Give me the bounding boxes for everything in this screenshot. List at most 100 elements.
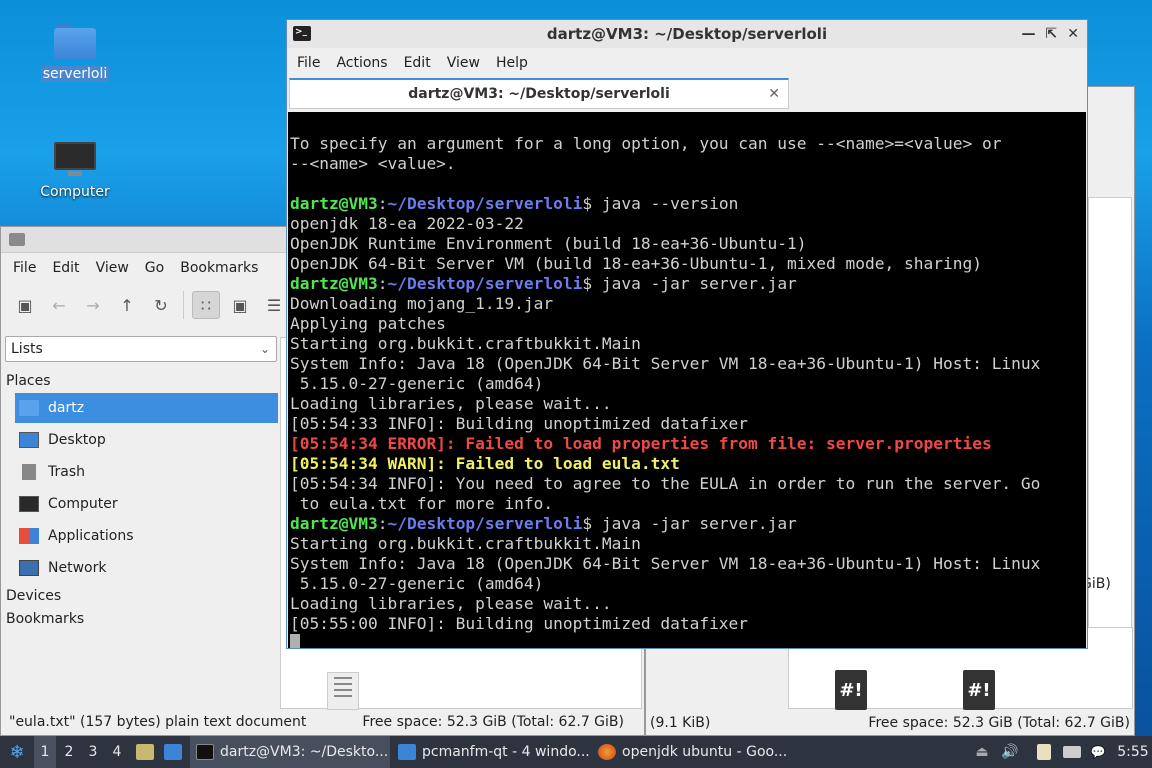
sidebar-item-computer[interactable]: Computer — [15, 489, 278, 519]
prompt-command: java -jar server.jar — [601, 274, 797, 293]
close-icon[interactable]: ✕ — [1067, 20, 1079, 48]
network-status-icon[interactable] — [1062, 736, 1082, 768]
menu-bar: File Actions Edit View Help — [287, 48, 1087, 78]
file-pane[interactable] — [1088, 197, 1132, 697]
terminal-line: [05:54:34 INFO]: You need to agree to th… — [290, 474, 1041, 493]
terminal-line: --<name> <value>. — [290, 154, 456, 173]
workspace-2[interactable]: 2 — [58, 736, 80, 768]
terminal-window[interactable]: >_ dartz@VM3: ~/Desktop/serverloli — ⇱ ✕… — [286, 19, 1088, 649]
text-file-icon[interactable] — [327, 672, 359, 710]
notification-icon[interactable]: 💬 — [1088, 736, 1108, 768]
terminal-icon — [196, 744, 214, 760]
prompt-command: java -jar server.jar — [601, 514, 797, 533]
prompt-path: ~/Desktop/serverloli — [387, 514, 583, 533]
eject-icon[interactable]: ⏏ — [972, 736, 992, 768]
menu-file[interactable]: File — [289, 55, 328, 71]
status-bar: "eula.txt" (157 bytes) plain text docume… — [1, 711, 646, 735]
menu-file[interactable]: File — [5, 260, 44, 276]
terminal-line: Applying patches — [290, 314, 446, 333]
menu-view[interactable]: View — [88, 260, 137, 276]
clock[interactable]: 5:55 — [1116, 736, 1150, 768]
terminal-output[interactable]: To specify an argument for a long option… — [288, 112, 1086, 648]
places-header: Places — [6, 373, 51, 389]
script-file-icon[interactable]: #! — [963, 670, 995, 710]
menu-go[interactable]: Go — [137, 260, 172, 276]
task-browser[interactable]: openjdk ubuntu - Goo... — [592, 736, 792, 768]
window-titlebar[interactable]: >_ dartz@VM3: ~/Desktop/serverloli — ⇱ ✕ — [287, 20, 1087, 48]
menu-bookmarks[interactable]: Bookmarks — [172, 260, 266, 276]
forward-arrow-icon[interactable]: → — [79, 291, 107, 319]
terminal-line: System Info: Java 18 (OpenJDK 64-Bit Ser… — [290, 354, 1041, 373]
clipboard-icon[interactable] — [1034, 736, 1054, 768]
terminal-line: [05:54:33 INFO]: Building unoptimized da… — [290, 414, 749, 433]
status-right: Free space: 52.3 GiB (Total: 62.7 GiB) — [362, 714, 624, 730]
tab-title: dartz@VM3: ~/Desktop/serverloli — [408, 86, 670, 102]
new-tab-icon[interactable]: ▣ — [11, 291, 39, 319]
text-cursor — [290, 634, 300, 648]
sidebar-item-label: Computer — [48, 496, 118, 512]
show-desktop-icon[interactable] — [162, 736, 184, 768]
task-terminal[interactable]: dartz@VM3: ~/Deskto... — [190, 736, 390, 768]
task-file-manager[interactable]: pcmanfm-qt - 4 windo... — [392, 736, 590, 768]
taskbar: ❄ 1 2 3 4 dartz@VM3: ~/Deskto... pcmanfm… — [0, 736, 1152, 768]
list-view-icon[interactable]: ☰ — [260, 291, 288, 319]
icon-view-icon[interactable]: ∷ — [192, 291, 220, 319]
sidebar-item-label: Trash — [48, 464, 85, 480]
terminal-line: 5.15.0-27-generic (amd64) — [290, 374, 544, 393]
script-file-icon[interactable]: #! — [835, 670, 867, 710]
reload-icon[interactable]: ↻ — [147, 291, 175, 319]
terminal-line: OpenJDK Runtime Environment (build 18-ea… — [290, 234, 807, 253]
terminal-line: Loading libraries, please wait... — [290, 594, 612, 613]
prompt-path: ~/Desktop/serverloli — [387, 194, 583, 213]
menu-edit[interactable]: Edit — [44, 260, 87, 276]
prompt-user: dartz@VM3 — [290, 514, 378, 533]
terminal-prompt-line: dartz@VM3:~/Desktop/serverloli$ java -ja… — [290, 514, 797, 533]
workspace-3[interactable]: 3 — [82, 736, 104, 768]
folder-icon — [9, 233, 25, 246]
terminal-line: [05:55:00 INFO]: Building unoptimized da… — [290, 614, 749, 633]
terminal-prompt-line: dartz@VM3:~/Desktop/serverloli$ java -ja… — [290, 274, 797, 293]
start-menu-icon[interactable]: ❄ — [4, 736, 30, 768]
file-manager-launcher-icon[interactable] — [134, 736, 156, 768]
terminal-tab[interactable]: dartz@VM3: ~/Desktop/serverloli ✕ — [289, 78, 789, 109]
cursor-line — [290, 634, 1086, 648]
workspace-1[interactable]: 1 — [34, 736, 56, 768]
minimize-icon[interactable]: — — [1022, 20, 1036, 48]
volume-icon[interactable]: 🔊 — [1000, 736, 1020, 768]
back-arrow-icon[interactable]: ← — [45, 291, 73, 319]
terminal-line: 5.15.0-27-generic (amd64) — [290, 574, 544, 593]
prompt-user: dartz@VM3 — [290, 194, 378, 213]
menu-actions[interactable]: Actions — [328, 55, 395, 71]
sidebar-item-label: dartz — [48, 400, 85, 416]
workspace-4[interactable]: 4 — [106, 736, 128, 768]
folder-icon — [54, 24, 96, 60]
select-value: Lists — [11, 341, 43, 357]
terminal-line: Starting org.bukkit.craftbukkit.Main — [290, 334, 641, 353]
up-arrow-icon[interactable]: ↑ — [113, 291, 141, 319]
close-tab-icon[interactable]: ✕ — [768, 80, 780, 108]
status-bar: (9.1 KiB) Free space: 52.3 GiB (Total: 6… — [646, 711, 1136, 735]
menu-edit[interactable]: Edit — [396, 55, 439, 71]
firefox-icon — [598, 744, 616, 760]
thumbnail-view-icon[interactable]: ▣ — [226, 291, 254, 319]
terminal-warn-line: [05:54:34 WARN]: Failed to load eula.txt — [290, 454, 680, 473]
sidebar-item-trash[interactable]: Trash — [15, 457, 278, 487]
monitor-icon — [19, 496, 39, 512]
menu-view[interactable]: View — [439, 55, 488, 71]
side-pane-mode-select[interactable]: Lists ⌄ — [5, 336, 277, 362]
task-label: openjdk ubuntu - Goo... — [622, 744, 788, 760]
menu-help[interactable]: Help — [488, 55, 536, 71]
sidebar-item-applications[interactable]: Applications — [15, 521, 278, 551]
sidebar-item-dartz[interactable]: dartz — [15, 393, 278, 423]
prompt-suffix: $ — [582, 514, 602, 533]
sidebar-item-desktop[interactable]: Desktop — [15, 425, 278, 455]
sidebar-item-network[interactable]: Network — [15, 553, 278, 583]
terminal-line: to eula.txt for more info. — [290, 494, 554, 513]
desktop-icon-computer[interactable]: Computer — [30, 142, 120, 200]
terminal-icon: >_ — [293, 26, 311, 41]
desktop-icon-serverloli[interactable]: serverloli — [30, 24, 120, 82]
maximize-icon[interactable]: ⇱ — [1046, 20, 1058, 48]
sidebar-item-label: Desktop — [48, 432, 106, 448]
status-left: "eula.txt" (157 bytes) plain text docume… — [9, 714, 307, 730]
terminal-line: openjdk 18-ea 2022-03-22 — [290, 214, 524, 233]
